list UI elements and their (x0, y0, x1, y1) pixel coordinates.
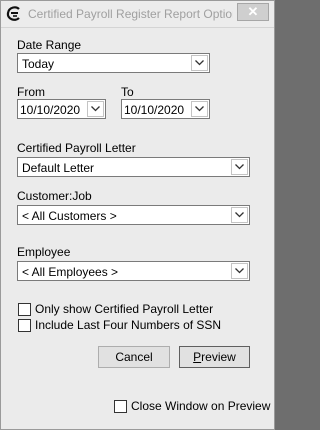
preview-label: review (201, 350, 236, 364)
date-range-label: Date Range (17, 38, 82, 52)
preview-mnemonic: P (193, 350, 202, 364)
chevron-down-icon[interactable] (191, 101, 208, 117)
close-on-preview-checkbox[interactable] (114, 400, 127, 413)
close-button[interactable]: ✕ (237, 3, 269, 21)
chevron-down-icon[interactable] (231, 207, 248, 223)
customer-job-value: < All Customers > (22, 209, 117, 223)
last-four-ssn-checkbox[interactable] (18, 319, 31, 332)
chevron-down-icon[interactable] (231, 159, 248, 175)
employee-label: Employee (17, 245, 71, 259)
from-date-value: 10/10/2020 (20, 103, 81, 117)
payroll-letter-dropdown[interactable]: Default Letter (17, 157, 250, 177)
customer-job-dropdown[interactable]: < All Customers > (17, 205, 250, 225)
to-date-picker[interactable]: 10/10/2020 (121, 99, 210, 119)
cancel-button[interactable]: Cancel (98, 346, 170, 368)
date-range-dropdown[interactable]: Today (17, 53, 210, 73)
report-options-window: Certified Payroll Register Report Option… (0, 0, 275, 430)
from-label: From (17, 85, 45, 99)
last-four-ssn-label[interactable]: Include Last Four Numbers of SSN (35, 318, 221, 332)
only-letter-label[interactable]: Only show Certified Payroll Letter (35, 302, 213, 316)
date-range-value: Today (22, 57, 55, 71)
chevron-down-icon[interactable] (231, 263, 248, 279)
only-letter-checkbox[interactable] (18, 303, 31, 316)
customer-job-label: Customer:Job (17, 189, 92, 203)
c-logo-icon (6, 6, 20, 21)
chevron-down-icon[interactable] (87, 101, 104, 117)
payroll-letter-value: Default Letter (22, 161, 95, 175)
close-on-preview-label[interactable]: Close Window on Preview (131, 399, 270, 413)
employee-value: < All Employees > (22, 265, 119, 279)
close-icon: ✕ (247, 4, 259, 19)
to-date-value: 10/10/2020 (124, 103, 185, 117)
employee-dropdown[interactable]: < All Employees > (17, 261, 250, 281)
preview-button[interactable]: Preview (179, 346, 250, 368)
from-date-picker[interactable]: 10/10/2020 (17, 99, 106, 119)
to-label: To (121, 85, 134, 99)
payroll-letter-label: Certified Payroll Letter (17, 141, 136, 155)
chevron-down-icon[interactable] (191, 55, 208, 71)
window-title: Certified Payroll Register Report Option… (28, 7, 233, 21)
title-bar[interactable]: Certified Payroll Register Report Option… (1, 1, 274, 28)
